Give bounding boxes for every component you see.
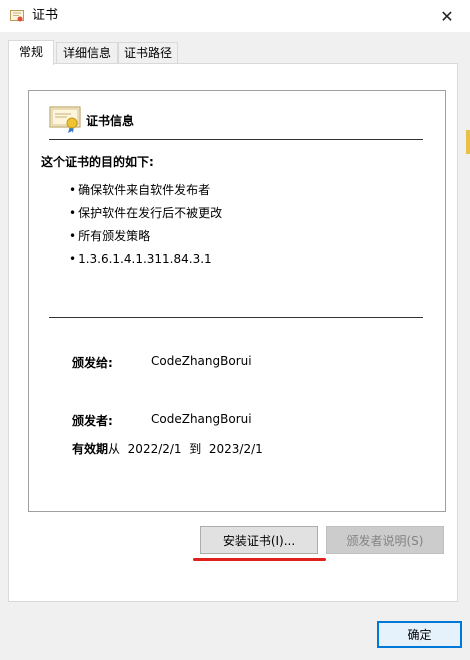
- purpose-item: 保护软件在发行后不被更改: [69, 202, 222, 225]
- install-certificate-label: 安装证书(I)...: [222, 533, 296, 548]
- tab-label: 详细信息: [62, 46, 111, 60]
- issuer-statement-label: 颁发者说明(S): [346, 533, 424, 548]
- title-bar[interactable]: 证书 ✕: [0, 0, 470, 32]
- divider: [49, 139, 423, 140]
- certificate-icon: [10, 10, 24, 22]
- certificate-info-box: 证书信息 这个证书的目的如下: 确保软件来自软件发布者 保护软件在发行后不被更改…: [28, 90, 446, 512]
- ok-label: 确定: [407, 628, 432, 642]
- close-icon: ✕: [440, 6, 454, 26]
- issuer-statement-button[interactable]: 颁发者说明(S): [326, 526, 444, 554]
- purpose-item: 1.3.6.1.4.1.311.84.3.1: [69, 248, 222, 271]
- valid-to-date: 2023/2/1: [208, 442, 263, 456]
- issued-to-value: CodeZhangBorui: [151, 354, 252, 368]
- general-tab-panel: 证书信息 这个证书的目的如下: 确保软件来自软件发布者 保护软件在发行后不被更改…: [8, 63, 458, 602]
- purpose-text: 保护软件在发行后不被更改: [78, 206, 223, 220]
- ok-button[interactable]: 确定: [377, 621, 462, 648]
- purpose-text: 所有颁发策略: [78, 229, 151, 243]
- purpose-item: 所有颁发策略: [69, 225, 222, 248]
- divider: [49, 317, 423, 318]
- close-button[interactable]: ✕: [424, 0, 470, 32]
- purpose-text: 1.3.6.1.4.1.311.84.3.1: [78, 252, 212, 266]
- highlight-underline: [193, 558, 326, 561]
- certificate-icon: [49, 106, 81, 133]
- issued-to-label: 颁发给:: [72, 356, 113, 370]
- issued-by-value: CodeZhangBorui: [151, 412, 252, 426]
- validity-from-word: 从: [108, 442, 121, 456]
- tab-label: 常规: [18, 45, 43, 59]
- certificate-dialog: 证书 ✕ 常规 详细信息 证书路径 证书信息 这个证书的目的如下: • 确保软件…: [0, 0, 470, 660]
- purpose-item: 确保软件来自软件发布者: [69, 179, 222, 202]
- cert-info-title: 证书信息: [86, 114, 135, 128]
- window-title: 证书: [32, 8, 59, 23]
- install-certificate-button[interactable]: 安装证书(I)...: [200, 526, 318, 554]
- validity-period: 有效期从 2022/2/1 到 2023/2/1: [72, 440, 263, 457]
- valid-from-date: 2022/2/1: [127, 442, 182, 456]
- purpose-text: 确保软件来自软件发布者: [78, 183, 211, 197]
- background-window-edge: [466, 130, 470, 154]
- tab-details[interactable]: 详细信息: [56, 42, 118, 63]
- tab-general[interactable]: 常规: [8, 40, 54, 65]
- issued-by-label: 颁发者:: [72, 414, 113, 428]
- validity-label: 有效期: [72, 442, 109, 456]
- validity-to-word: 到: [189, 442, 202, 456]
- tab-cert-path[interactable]: 证书路径: [118, 42, 178, 63]
- purpose-list: 确保软件来自软件发布者 保护软件在发行后不被更改 所有颁发策略 1.3.6.1.…: [69, 179, 222, 271]
- tab-label: 证书路径: [123, 46, 172, 60]
- purpose-heading: 这个证书的目的如下:: [41, 155, 154, 169]
